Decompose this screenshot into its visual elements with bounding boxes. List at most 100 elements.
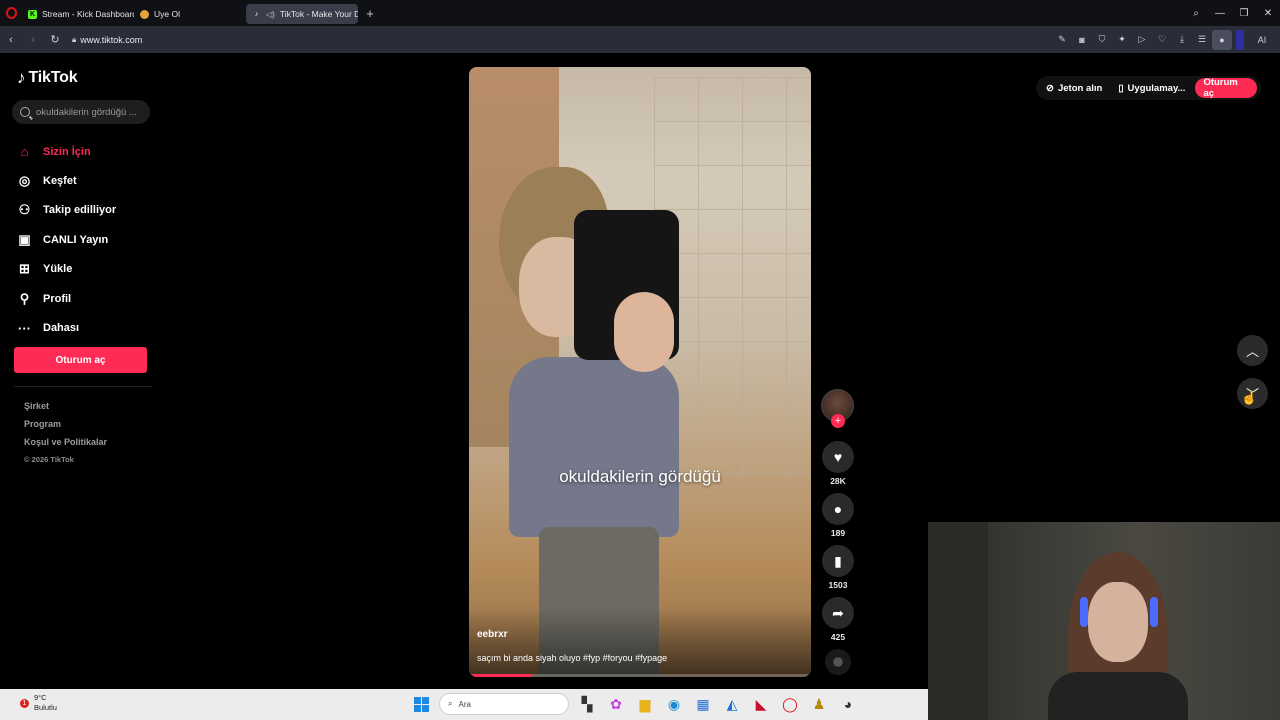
kick-icon: K <box>28 9 37 19</box>
camera-icon[interactable]: ◙ <box>1072 30 1092 50</box>
weather-temp: 9°C <box>34 693 47 702</box>
save-button[interactable]: ▮ <box>822 545 854 577</box>
app-icon[interactable]: ◭ <box>721 693 743 715</box>
edit-icon[interactable]: ✎ <box>1052 30 1072 50</box>
sidebar-item-explore[interactable]: ◎ Keşfet <box>16 166 156 195</box>
url-field[interactable]: www.tiktok.com <box>80 35 142 45</box>
search-input[interactable] <box>36 106 144 118</box>
obs-icon[interactable]: ◕ <box>837 693 859 715</box>
comment-button[interactable]: ● <box>822 493 854 525</box>
weather-widget[interactable]: 1 9°C Bulutlu <box>20 693 57 713</box>
speaker-icon[interactable]: ◁) <box>266 10 275 19</box>
copilot-icon[interactable]: ✿ <box>605 693 627 715</box>
heart-icon[interactable]: ♡ <box>1152 30 1172 50</box>
mcafee-icon[interactable]: ◣ <box>750 693 772 715</box>
address-bar: ‹ › ↻ 🔒︎ www.tiktok.com ✎ ◙ ⛉ ✦ ▷ ♡ ⤓ ☰ … <box>0 26 1280 53</box>
video-progress-bar[interactable] <box>469 674 811 677</box>
ai-button[interactable]: AI <box>1248 30 1276 50</box>
phone-icon: ▯ <box>1118 82 1124 94</box>
new-tab-button[interactable]: + <box>362 5 378 21</box>
share-button[interactable]: ➦ <box>822 597 854 629</box>
extension-icon[interactable]: ✦ <box>1112 30 1132 50</box>
video-author[interactable]: eebrxr <box>477 629 508 640</box>
close-icon[interactable]: ✕ <box>1256 0 1280 26</box>
logo-text: TikTok <box>28 69 78 86</box>
tab-tiktok[interactable]: ♪ ◁) TikTok - Make Your Day <box>246 4 358 24</box>
taskbar-search[interactable]: ⌕ Ara <box>439 693 569 715</box>
more-icon: ··· <box>18 320 31 336</box>
sidebar-item-upload[interactable]: ⊞ Yükle <box>16 255 156 284</box>
video-progress-fill <box>469 674 531 677</box>
footer-link-company[interactable]: Şirket <box>24 401 107 419</box>
save-count: 1503 <box>828 580 848 590</box>
store-icon[interactable]: ▦ <box>692 693 714 715</box>
get-coins-button[interactable]: ⊘ Jeton alın <box>1040 83 1108 94</box>
sidebar-item-label: CANLI Yayın <box>43 233 109 246</box>
top-right-actions: ⊘ Jeton alın ▯ Uygulamay... Oturum aç <box>1036 76 1261 100</box>
sidebar-item-profile[interactable]: ⚲ Profil <box>16 284 156 313</box>
copyright-text: © 2026 TikTok <box>24 455 74 464</box>
task-view-icon[interactable]: ▚ <box>576 693 598 715</box>
comment-icon: ● <box>833 501 843 517</box>
reload-icon[interactable]: ↻ <box>44 26 66 53</box>
tab-uye-ol[interactable]: Uye Ol <box>134 4 246 24</box>
menu-icon[interactable]: ☰ <box>1192 30 1212 50</box>
download-icon[interactable]: ⤓ <box>1172 30 1192 50</box>
shield-icon[interactable]: ⛉ <box>1092 30 1112 50</box>
pin-icon[interactable]: ♟ <box>808 693 830 715</box>
play-icon[interactable]: ▷ <box>1132 30 1152 50</box>
windows-icon <box>413 696 429 712</box>
sidebar-item-following[interactable]: ⚇ Takip edilliyor <box>16 196 156 225</box>
previous-video-button[interactable]: ︿ <box>1237 335 1268 366</box>
globe-icon <box>140 9 149 19</box>
coin-icon: ⊘ <box>1046 82 1054 94</box>
follow-button[interactable]: + <box>831 414 845 428</box>
sidebar-item-live[interactable]: ▣ CANLI Yayın <box>16 225 156 254</box>
sidebar-nav: ⌂ Sizin İçin ◎ Keşfet ⚇ Takip edilliyor … <box>16 137 156 343</box>
back-icon[interactable]: ‹ <box>0 26 22 53</box>
footer-link-program[interactable]: Program <box>24 419 107 437</box>
taskbar-search-placeholder: Ara <box>458 699 471 709</box>
following-icon: ⚇ <box>18 202 31 218</box>
share-icon: ➦ <box>832 604 844 621</box>
profile-icon: ⚲ <box>19 290 30 306</box>
search-tabs-icon[interactable]: ⌕ <box>1184 0 1208 26</box>
profile-icon[interactable]: ● <box>1212 29 1232 50</box>
video-caption[interactable]: saçım bi anda siyah oluyo #fyp #foryou #… <box>477 653 667 663</box>
search-icon: ⌕ <box>448 699 453 708</box>
like-button[interactable]: ♥ <box>822 441 854 473</box>
opera-icon[interactable]: ◯ <box>779 693 801 715</box>
music-disc-icon[interactable] <box>825 649 851 675</box>
video-frame-person <box>499 127 699 677</box>
edge-icon[interactable]: ◉ <box>663 693 685 715</box>
forward-icon[interactable]: › <box>22 26 44 53</box>
start-button[interactable] <box>410 693 432 715</box>
notification-badge: 1 <box>20 698 29 708</box>
get-app-button[interactable]: ▯ Uygulamay... <box>1112 83 1191 94</box>
file-explorer-icon[interactable]: ▆ <box>634 693 656 715</box>
get-coins-label: Jeton alın <box>1057 82 1103 94</box>
login-button[interactable]: Oturum aç <box>14 347 147 373</box>
video-overlay-text: okuldakilerin gördüğü <box>559 467 721 486</box>
tab-kick-dashboard[interactable]: K Stream - Kick Dashboard <box>22 4 134 24</box>
search-icon <box>20 107 30 117</box>
footer-link-terms[interactable]: Koşul ve Politikalar <box>24 437 107 455</box>
video-player[interactable]: okuldakilerin gördüğü eebrxr saçım bi an… <box>469 67 811 677</box>
restore-icon[interactable]: ❐ <box>1232 0 1256 26</box>
home-icon: ⌂ <box>20 144 29 160</box>
sidebar-item-more[interactable]: ··· Dahası <box>16 313 156 342</box>
compass-icon: ◎ <box>18 173 31 189</box>
sidebar-item-label: Yükle <box>43 263 73 276</box>
search-bar[interactable] <box>12 100 150 124</box>
header-login-button[interactable]: Oturum aç <box>1195 77 1257 99</box>
video-shade <box>469 607 811 677</box>
lock-icon[interactable]: 🔒︎ <box>72 35 76 45</box>
chevron-up-icon: ︿ <box>1245 344 1259 359</box>
sidebar-toggle[interactable] <box>1236 29 1244 50</box>
sidebar-item-for-you[interactable]: ⌂ Sizin İçin <box>16 137 156 166</box>
ai-label: AI <box>1257 34 1267 45</box>
tab-label: Stream - Kick Dashboard <box>42 9 134 19</box>
minimize-icon[interactable]: — <box>1208 0 1232 26</box>
tiktok-logo[interactable]: ♪ TikTok <box>17 68 78 88</box>
opera-logo-icon[interactable] <box>0 0 22 26</box>
